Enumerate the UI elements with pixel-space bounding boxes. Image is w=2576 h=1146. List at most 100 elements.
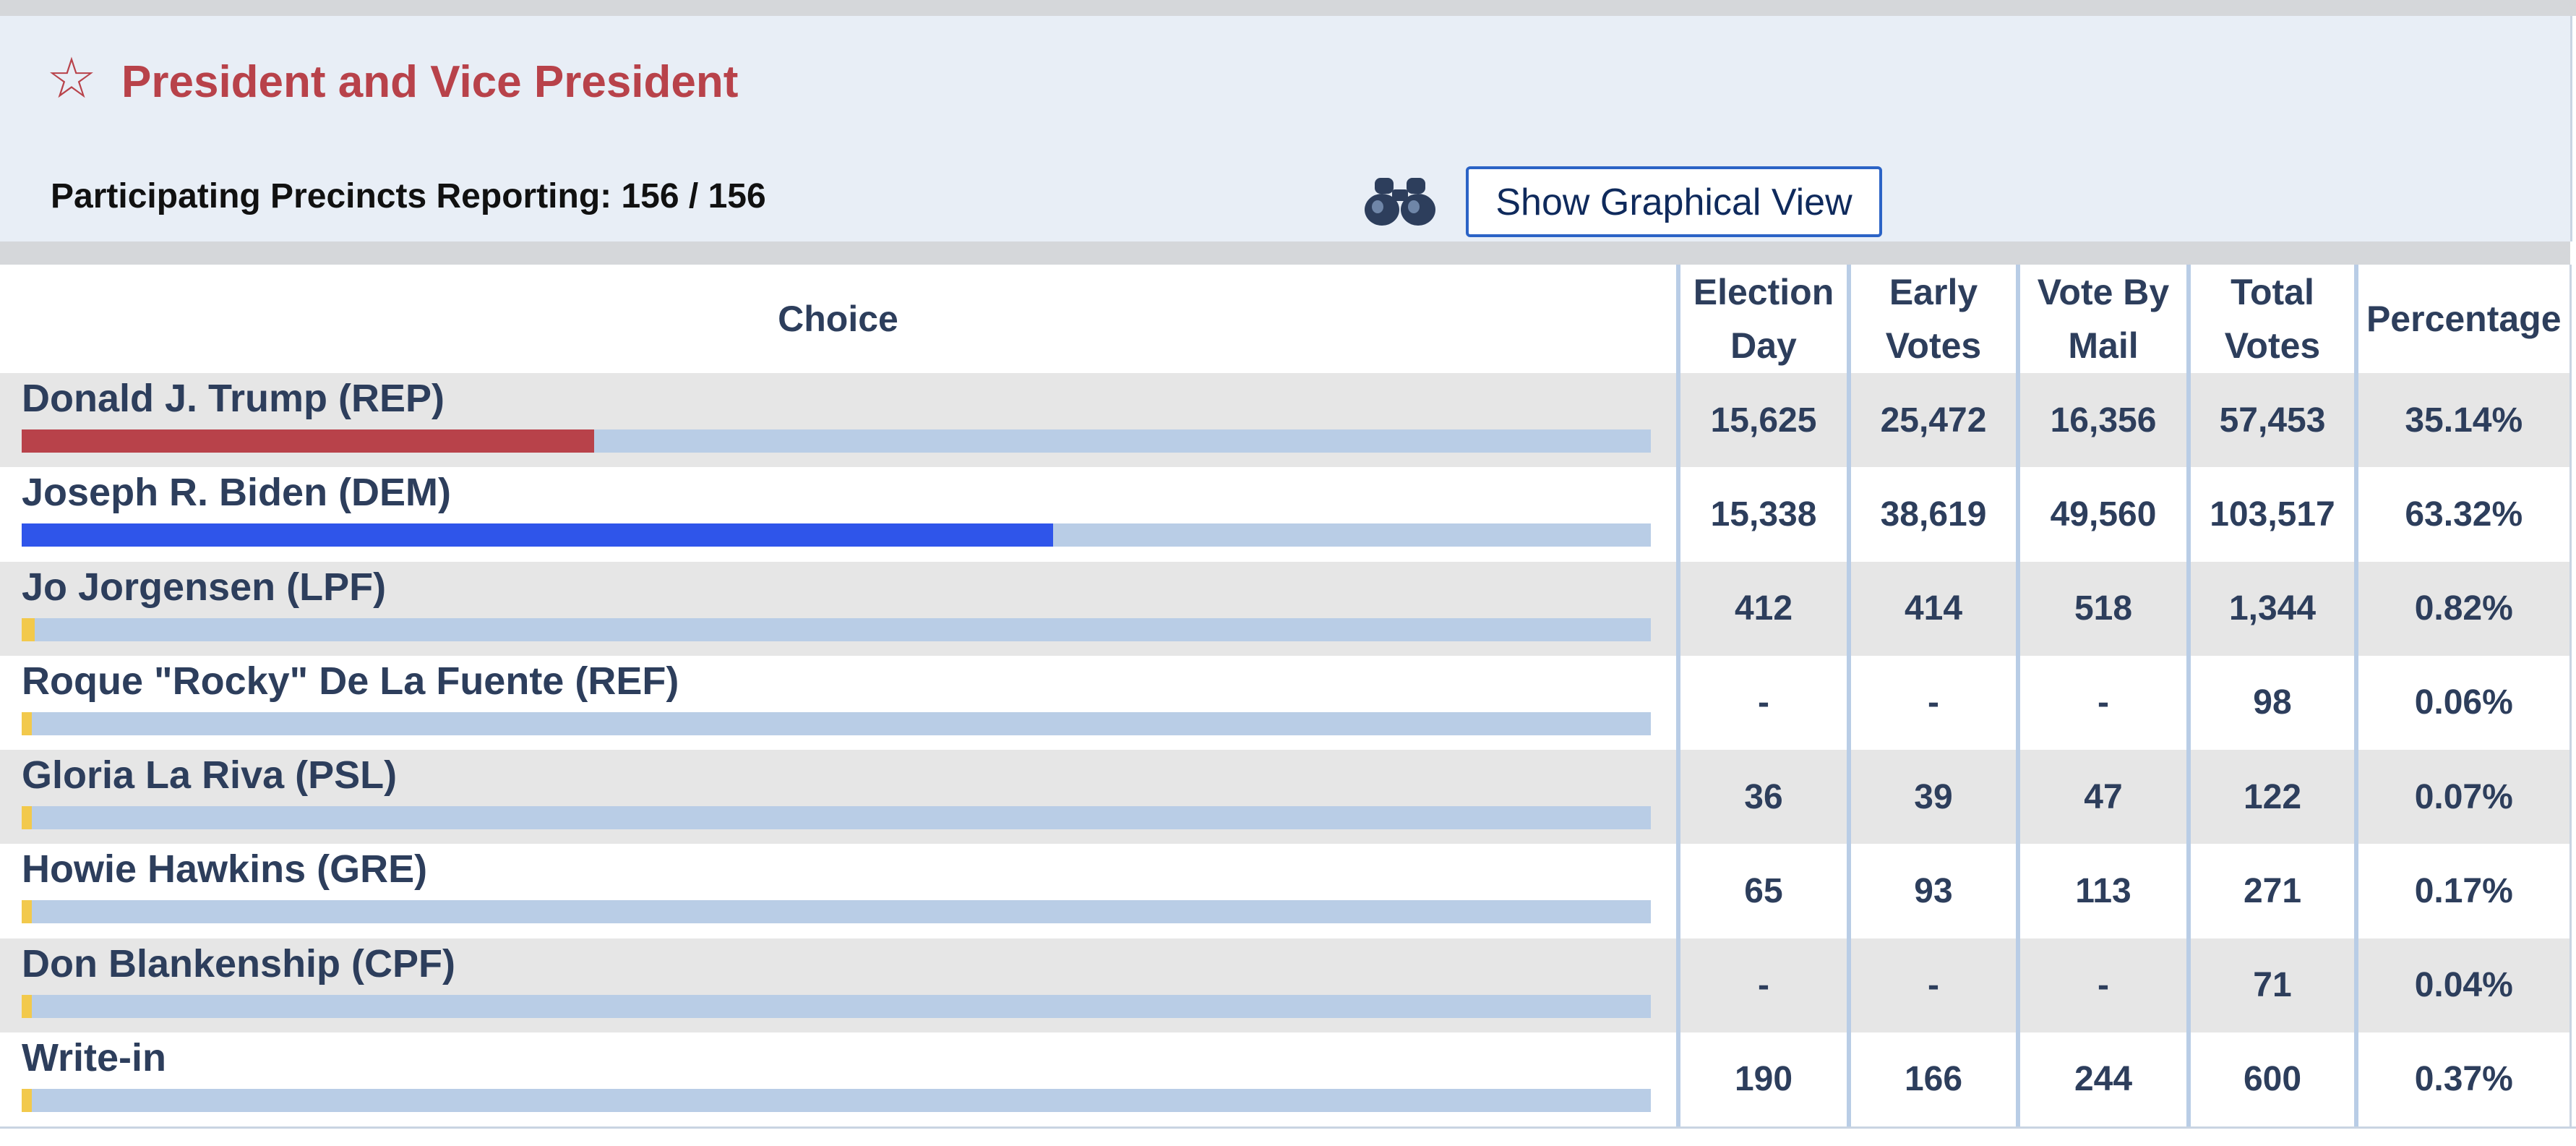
vote-by-mail-value: 518 [2016, 561, 2189, 656]
candidate-cell: Donald J. Trump (REP) [0, 373, 1678, 468]
election-day-value: 15,338 [1676, 467, 1849, 562]
vote-by-mail-value: 244 [2016, 1032, 2189, 1126]
vote-by-mail-value: 47 [2016, 750, 2189, 844]
total-votes-value: 98 [2186, 655, 2356, 750]
table-header-row: Choice Election Day Early Votes Vote By … [0, 265, 2570, 373]
election-day-value: 15,625 [1676, 373, 1849, 468]
election-day-value: 36 [1676, 750, 1849, 844]
header-choice: Choice [0, 265, 1678, 373]
early-votes-value: 166 [1847, 1032, 2018, 1126]
header-early-votes: Early Votes [1847, 265, 2018, 373]
candidate-name: Don Blankenship (CPF) [22, 941, 456, 985]
early-votes-value: 39 [1847, 750, 2018, 844]
early-votes-value: - [1847, 938, 2018, 1032]
header-election-day-line1: Election [1693, 272, 1834, 312]
contest-title: President and Vice President [121, 57, 739, 107]
percentage-value: 0.82% [2354, 561, 2570, 656]
early-votes-value: 93 [1847, 844, 2018, 938]
election-day-value: 65 [1676, 844, 1849, 938]
candidate-cell: Write-in [0, 1032, 1678, 1126]
candidate-name: Howie Hawkins (GRE) [22, 847, 428, 891]
vote-share-fill [22, 900, 32, 924]
header-vote-by-mail-line2: Mail [2068, 325, 2139, 366]
contest-header: ☆ President and Vice President Participa… [0, 16, 2572, 241]
total-votes-value: 1,344 [2186, 561, 2356, 656]
candidate-cell: Don Blankenship (CPF) [0, 938, 1678, 1032]
candidate-name: Write-in [22, 1035, 166, 1079]
vote-share-bar [22, 900, 1651, 924]
vote-share-bar [22, 429, 1651, 453]
election-day-value: 190 [1676, 1032, 1849, 1126]
precincts-reporting: Participating Precincts Reporting: 156 /… [51, 177, 766, 215]
header-total-votes-line2: Votes [2224, 325, 2321, 366]
vote-by-mail-value: 113 [2016, 844, 2189, 938]
header-early-votes-line1: Early [1889, 272, 1978, 312]
binoculars-icon [1365, 178, 1435, 226]
early-votes-value: 25,472 [1847, 373, 2018, 468]
header-total-votes: Total Votes [2186, 265, 2356, 373]
candidate-cell: Joseph R. Biden (DEM) [0, 467, 1678, 562]
show-graphical-view-button[interactable]: Show Graphical View [1466, 166, 1882, 237]
candidate-name: Roque "Rocky" De La Fuente (REF) [22, 659, 679, 703]
percentage-value: 35.14% [2354, 373, 2570, 468]
total-votes-value: 271 [2186, 844, 2356, 938]
vote-share-bar [22, 523, 1651, 547]
vote-share-fill [22, 523, 1054, 547]
vote-share-bar [22, 806, 1651, 829]
candidate-name: Donald J. Trump (REP) [22, 377, 445, 420]
total-votes-value: 71 [2186, 938, 2356, 1032]
results-page: ☆ President and Vice President Participa… [0, 0, 2576, 1146]
election-day-value: - [1676, 655, 1849, 750]
header-vote-by-mail: Vote By Mail [2016, 265, 2189, 373]
section-divider [0, 241, 2570, 265]
table-row: Roque "Rocky" De La Fuente (REF) - - - 9… [0, 655, 2570, 750]
vote-share-fill [22, 617, 35, 641]
vote-share-bar [22, 994, 1651, 1018]
table-row: Don Blankenship (CPF) - - - 71 0.04% [0, 938, 2570, 1032]
percentage-value: 0.17% [2354, 844, 2570, 938]
vote-share-fill [22, 806, 32, 829]
table-row: Gloria La Riva (PSL) 36 39 47 122 0.07% [0, 750, 2570, 844]
vote-share-fill [22, 1088, 32, 1112]
percentage-value: 0.04% [2354, 938, 2570, 1032]
header-total-votes-line1: Total [2231, 272, 2314, 312]
top-divider [0, 0, 2576, 16]
election-day-value: - [1676, 938, 1849, 1032]
vote-share-fill [22, 994, 32, 1018]
candidate-cell: Roque "Rocky" De La Fuente (REF) [0, 655, 1678, 750]
star-outline-icon[interactable]: ☆ [46, 51, 97, 107]
header-percentage: Percentage [2354, 265, 2570, 373]
vote-share-fill [22, 429, 595, 453]
candidate-cell: Gloria La Riva (PSL) [0, 750, 1678, 844]
total-votes-value: 103,517 [2186, 467, 2356, 562]
early-votes-value: 414 [1847, 561, 2018, 656]
total-votes-value: 57,453 [2186, 373, 2356, 468]
bottom-divider [0, 1126, 2576, 1146]
election-day-value: 412 [1676, 561, 1849, 656]
results-table: Choice Election Day Early Votes Vote By … [0, 265, 2572, 1126]
header-vote-by-mail-line1: Vote By [2037, 272, 2170, 312]
table-row: Donald J. Trump (REP) 15,625 25,472 16,3… [0, 373, 2570, 468]
candidate-cell: Howie Hawkins (GRE) [0, 844, 1678, 938]
total-votes-value: 600 [2186, 1032, 2356, 1126]
vote-share-fill [22, 711, 32, 735]
header-election-day: Election Day [1676, 265, 1849, 373]
candidate-name: Jo Jorgensen (LPF) [22, 565, 387, 609]
vote-share-bar [22, 711, 1651, 735]
vote-share-bar [22, 1088, 1651, 1112]
percentage-value: 0.37% [2354, 1032, 2570, 1126]
early-votes-value: - [1847, 655, 2018, 750]
total-votes-value: 122 [2186, 750, 2356, 844]
percentage-value: 63.32% [2354, 467, 2570, 562]
candidate-name: Gloria La Riva (PSL) [22, 753, 398, 797]
table-row: Write-in 190 166 244 600 0.37% [0, 1032, 2570, 1126]
candidate-cell: Jo Jorgensen (LPF) [0, 561, 1678, 656]
table-row: Joseph R. Biden (DEM) 15,338 38,619 49,5… [0, 467, 2570, 562]
header-election-day-line2: Day [1730, 325, 1797, 366]
percentage-value: 0.07% [2354, 750, 2570, 844]
vote-by-mail-value: 16,356 [2016, 373, 2189, 468]
table-row: Howie Hawkins (GRE) 65 93 113 271 0.17% [0, 844, 2570, 938]
early-votes-value: 38,619 [1847, 467, 2018, 562]
header-early-votes-line2: Votes [1885, 325, 1982, 366]
vote-by-mail-value: - [2016, 655, 2189, 750]
